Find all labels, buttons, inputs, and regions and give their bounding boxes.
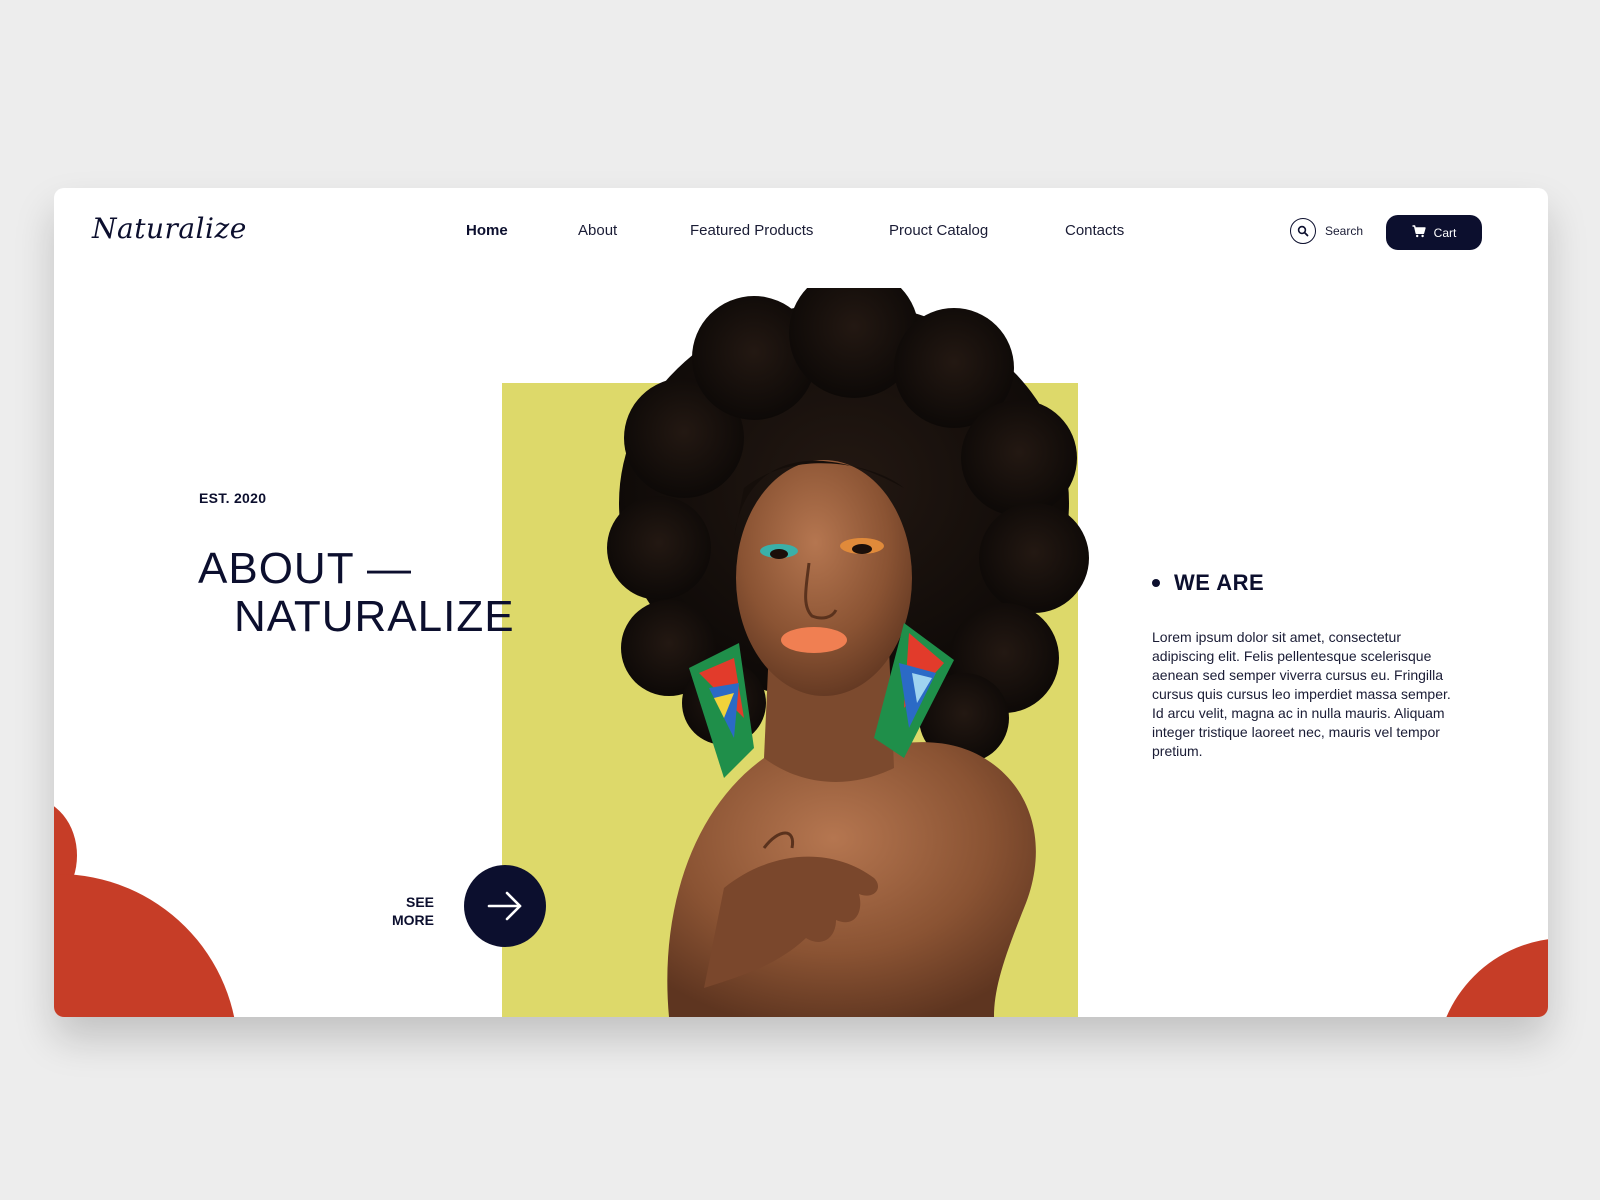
page-title-line1: ABOUT — xyxy=(198,544,413,594)
page-frame: Naturalize Home About Featured Products … xyxy=(54,188,1548,1017)
we-are-title: WE ARE xyxy=(1174,570,1265,595)
see-more-line2: MORE xyxy=(392,912,434,928)
we-are-section-heading: WE ARE xyxy=(1152,570,1264,596)
nav-item-about[interactable]: About xyxy=(578,222,617,239)
search-icon xyxy=(1290,218,1316,244)
arrow-right-icon xyxy=(487,891,522,921)
search-button[interactable]: Search xyxy=(1290,218,1363,244)
portrait-photo xyxy=(607,288,1089,1017)
decorative-blob-left xyxy=(54,874,238,1017)
bullet-dot xyxy=(1152,579,1160,587)
decorative-blob-right xyxy=(1436,938,1548,1017)
see-more-button[interactable] xyxy=(464,865,546,947)
established-label: EST. 2020 xyxy=(199,490,267,506)
nav-item-featured-products[interactable]: Featured Products xyxy=(690,222,813,239)
cart-icon xyxy=(1412,224,1426,241)
page-title-line2: NATURALIZE xyxy=(234,592,515,642)
see-more-line1: SEE xyxy=(405,894,434,910)
search-label: Search xyxy=(1325,224,1364,238)
cart-button[interactable]: Cart xyxy=(1386,215,1482,250)
nav-item-contacts[interactable]: Contacts xyxy=(1065,222,1124,239)
about-description: Lorem ipsum dolor sit amet, consectetur … xyxy=(1152,629,1451,759)
nav-item-home[interactable]: Home xyxy=(466,222,508,239)
nav-item-product-catalog[interactable]: Prouct Catalog xyxy=(889,222,988,239)
cart-label: Cart xyxy=(1433,225,1457,240)
see-more-label[interactable]: SEE MORE xyxy=(354,893,434,929)
brand-logo[interactable]: Naturalize xyxy=(92,212,247,245)
